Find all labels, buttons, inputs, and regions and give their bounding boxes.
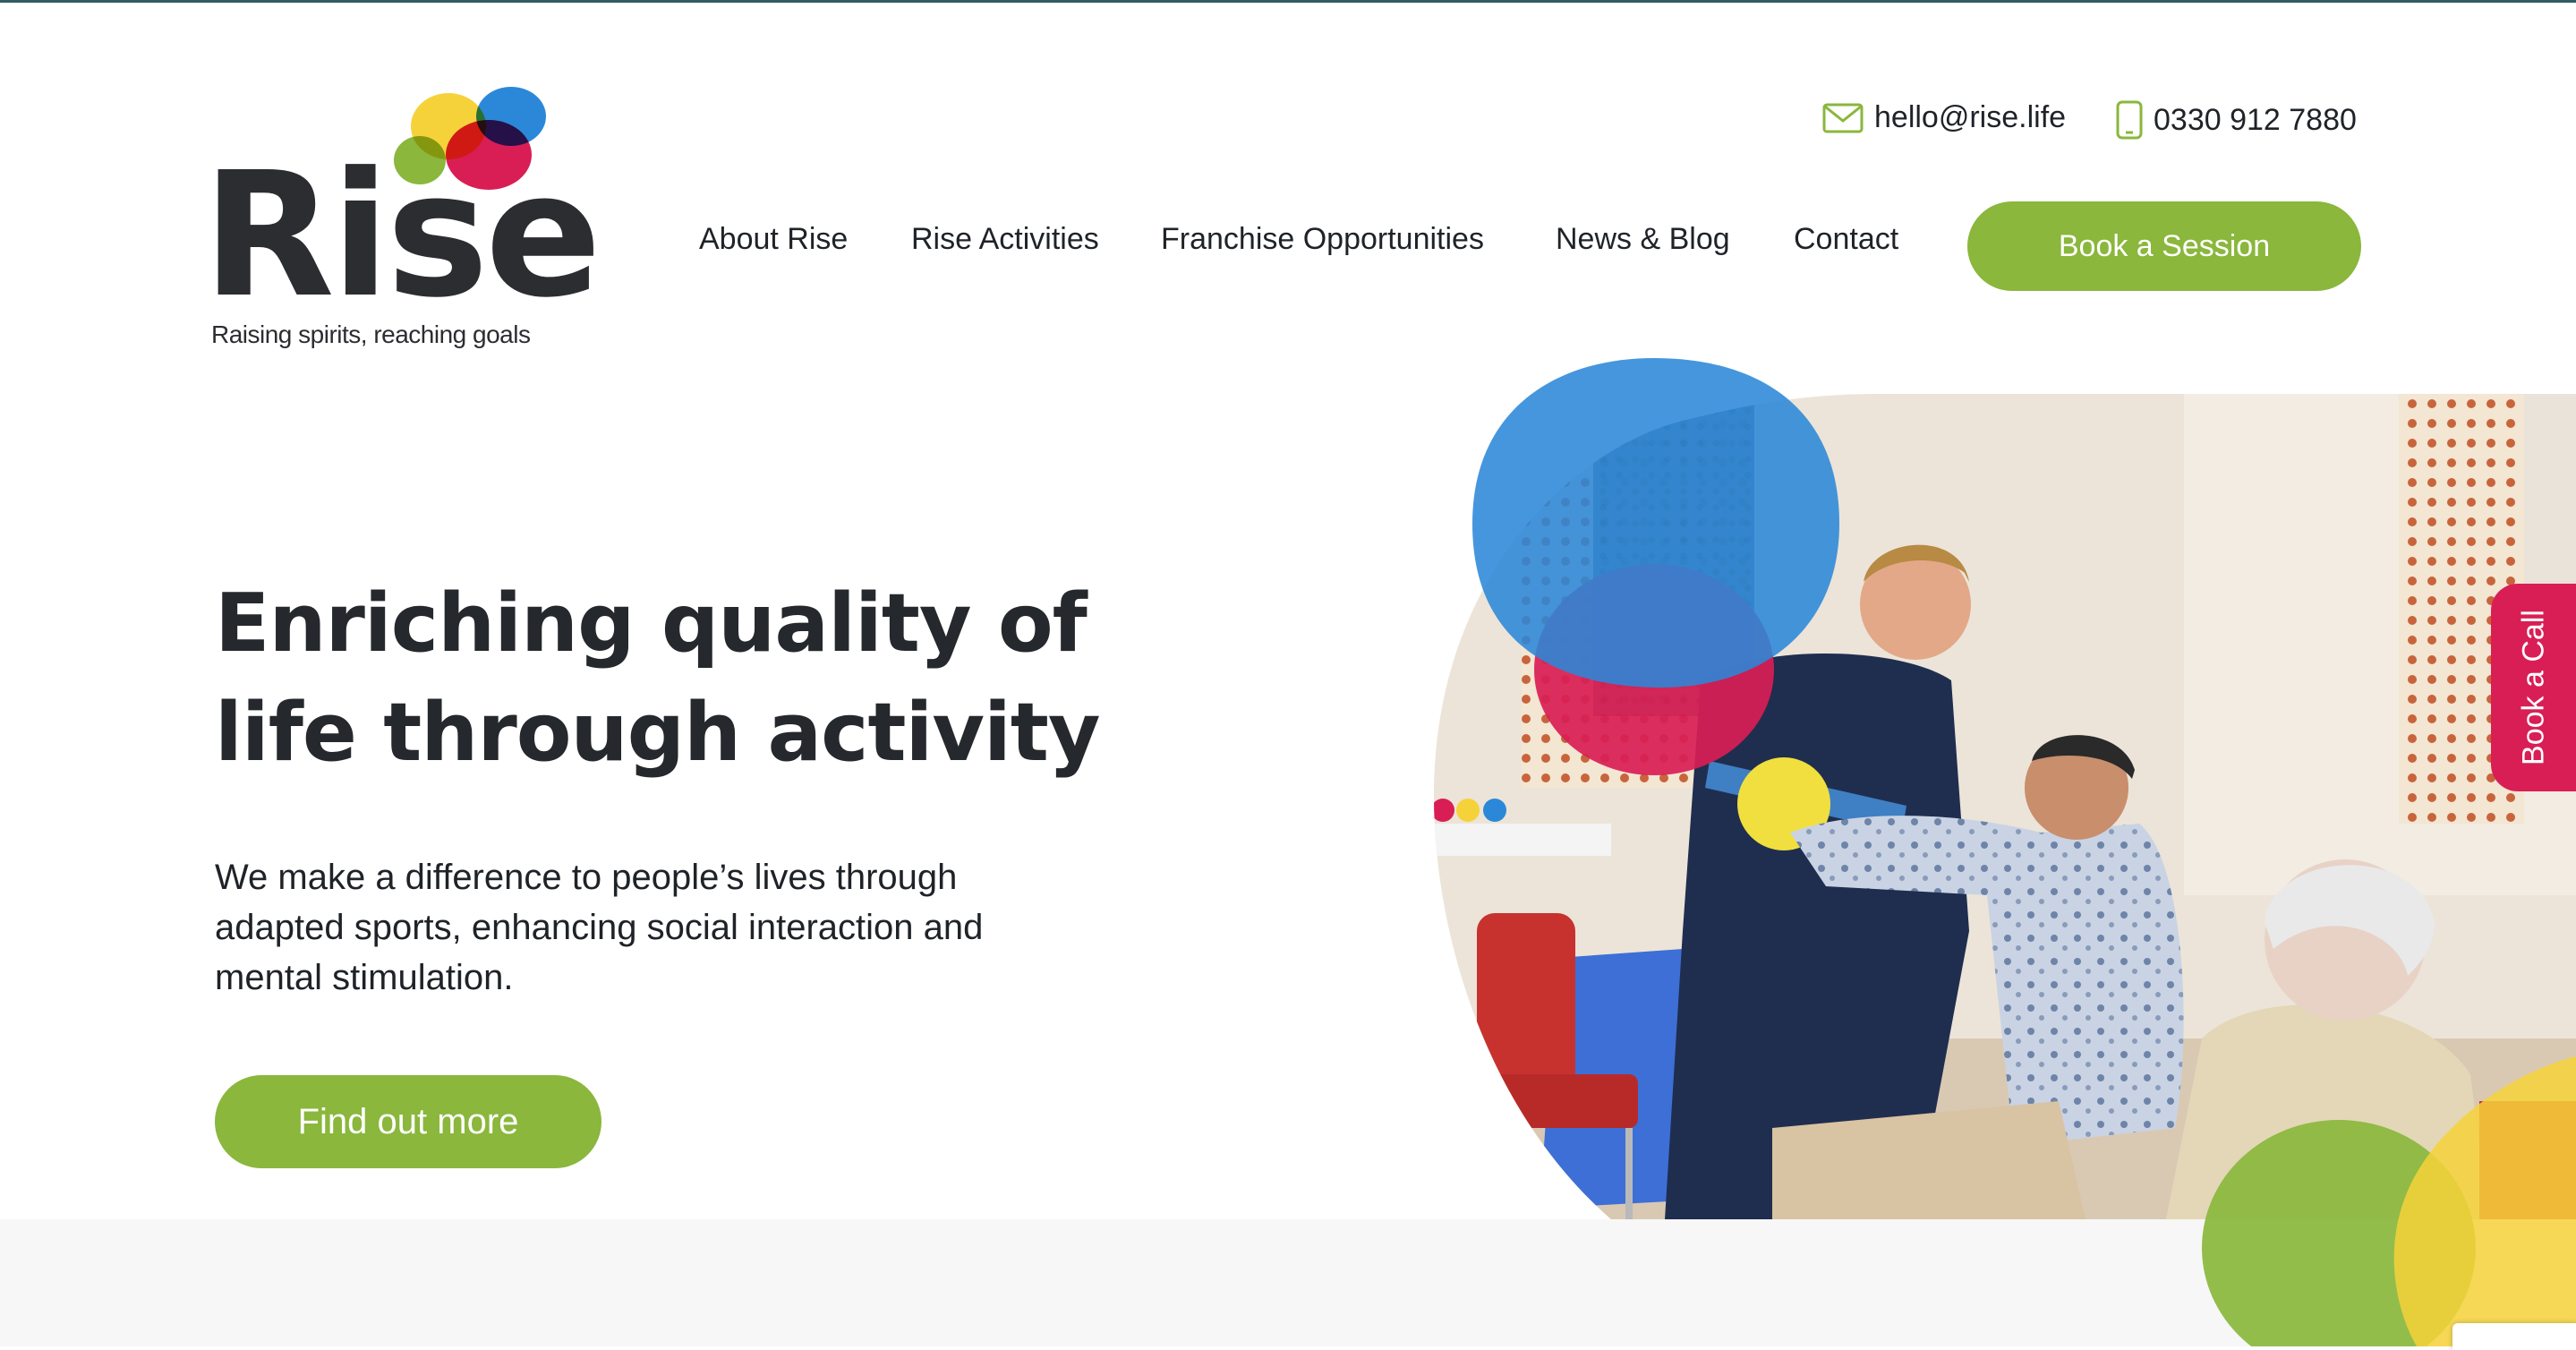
- hero-subtitle: We make a difference to people’s lives t…: [215, 858, 984, 997]
- top-accent-line: [0, 0, 2576, 3]
- book-a-call-tab[interactable]: Book a Call: [2491, 584, 2576, 791]
- nav-item-news-blog[interactable]: News & Blog: [1556, 222, 1730, 257]
- logo-tagline: Raising spirits, reaching goals: [211, 320, 531, 348]
- phone-text: 0330 912 7880: [2154, 102, 2357, 137]
- hero-title: Enriching quality of life through activi…: [215, 569, 1110, 788]
- book-a-call-label: Book a Call: [2516, 610, 2550, 765]
- book-session-button[interactable]: Book a Session: [1967, 201, 2361, 291]
- mobile-phone-icon: [2116, 100, 2143, 140]
- email-link[interactable]: hello@rise.life: [1822, 100, 2066, 135]
- nav-item-contact[interactable]: Contact: [1794, 222, 1898, 257]
- envelope-icon: [1822, 103, 1864, 133]
- nav-item-franchise-opportunities[interactable]: Franchise Opportunities: [1161, 222, 1484, 257]
- phone-link[interactable]: 0330 912 7880: [2116, 100, 2357, 140]
- logo-wordmark: Rise: [202, 136, 601, 336]
- nav-item-rise-activities[interactable]: Rise Activities: [911, 222, 1099, 257]
- hero-title-line-2: life through activity: [215, 686, 1101, 780]
- find-out-more-button[interactable]: Find out more: [215, 1075, 601, 1168]
- hero-title-line-1: Enriching quality of: [215, 577, 1088, 671]
- nav-item-about-rise[interactable]: About Rise: [699, 222, 848, 257]
- email-text: hello@rise.life: [1874, 100, 2067, 134]
- next-section-background: [0, 1219, 2576, 1346]
- site-logo[interactable]: Rise Raising spirits, reaching goals: [202, 81, 601, 367]
